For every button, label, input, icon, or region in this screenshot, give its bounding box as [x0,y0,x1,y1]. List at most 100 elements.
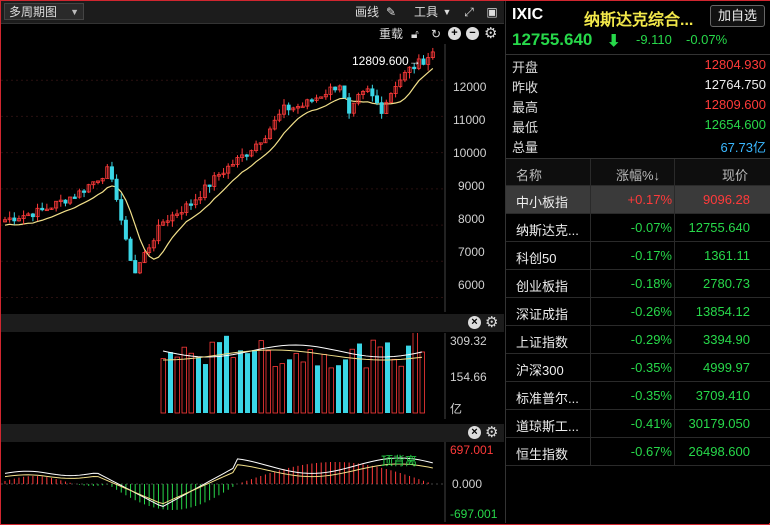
table-header: 名称 涨幅%↓ 现价 [506,159,770,186]
stat-row: 最高 12809.600 [506,95,770,115]
volume-bar [321,353,327,414]
candle-body [244,154,249,157]
main-toolbar: 多周期图 ▼ 画线 ✎ 工具 ▼ ⤢ ▣ [1,1,504,24]
table-row[interactable]: 上证指数 -0.29% 3394.90 [506,326,770,354]
volume-bar [252,350,257,413]
symbol-code: IXIC [512,6,544,23]
draw-line-button[interactable]: 画线 [355,4,379,20]
settings-gear-icon[interactable]: ⚙ [485,314,498,331]
table-row[interactable]: 沪深300 -0.35% 4999.97 [506,354,770,382]
index-name: 恒生指数 [516,447,569,462]
table-row[interactable]: 科创50 -0.17% 1361.11 [506,242,770,270]
volume-bar [272,366,278,414]
y-tick-label: 0.000 [452,477,483,491]
period-dropdown[interactable]: 多周期图 ▼ [4,3,84,20]
volume-bar [307,349,313,414]
index-price: 2780.73 [703,276,750,291]
stat-label: 昨收 [512,80,539,95]
index-price: 12755.640 [688,220,750,235]
macd-chart[interactable] [1,442,504,522]
price-change-pct: -0.07% [686,32,728,47]
volume-bar [363,367,369,414]
dif-line [4,457,433,507]
table-row[interactable]: 创业板指 -0.18% 2780.73 [506,270,770,298]
table-row[interactable]: 中小板指 +0.17% 9096.28 [506,186,770,214]
index-price: 3394.90 [703,332,750,347]
candlestick-chart[interactable] [1,44,504,312]
column-header-change[interactable]: 涨幅%↓ [616,165,660,184]
stat-label: 开盘 [512,60,539,75]
tools-button[interactable]: 工具 [414,4,438,20]
candle-body [347,97,352,114]
add-watchlist-button[interactable]: 加自选 [710,5,765,27]
index-change-pct: -0.26% [630,304,672,319]
refresh-icon[interactable]: ↻ [431,26,441,42]
close-icon[interactable]: × [468,316,481,329]
current-price: 12755.640 [512,30,593,49]
y-tick-label: 10000 [453,146,487,160]
volume-bar [343,359,348,413]
y-tick-label: 154.66 [450,370,487,384]
index-change-pct: -0.35% [630,360,672,375]
index-name: 上证指数 [516,335,569,350]
volume-ma-line [162,349,423,361]
y-tick-label: 6000 [458,278,485,292]
reload-button[interactable]: 重载 [379,26,403,42]
volume-bar [398,365,404,414]
zoom-out-icon[interactable]: − [466,27,479,40]
arrow-down-icon: ⬇ [607,33,621,50]
volume-bar [287,359,292,413]
close-icon[interactable]: × [468,426,481,439]
pencil-icon[interactable]: ✎ [383,4,399,20]
column-header-price[interactable]: 现价 [722,165,748,184]
index-name: 深证成指 [516,307,569,322]
fullscreen-icon[interactable]: ⤢ [461,4,477,20]
stats-list: 开盘 12804.930 昨收 12764.750 最高 12809.600 最低 1… [506,54,770,155]
index-name: 纳斯达克... [516,223,579,238]
stat-label: 最低 [512,120,539,135]
candle-body [333,86,338,91]
column-header-name[interactable]: 名称 [516,165,542,184]
volume-bar [419,351,425,414]
candle-body [119,199,124,221]
stat-value: 67.73亿 [720,140,766,155]
settings-gear-icon[interactable]: ⚙ [484,25,497,42]
y-tick-label: 12000 [453,80,487,94]
volume-bar [258,340,264,414]
zoom-in-icon[interactable]: + [448,27,461,40]
chevron-down-icon[interactable]: ▼ [439,4,455,20]
table-row[interactable]: 标准普尔... -0.35% 3709.410 [506,382,770,410]
volume-bar [224,335,229,413]
stat-row: 开盘 12804.930 [506,55,770,75]
candle-body [421,58,426,65]
settings-gear-icon[interactable]: ⚙ [485,424,498,441]
table-row[interactable]: 道琼斯工... -0.41% 30179.050 [506,410,770,438]
candle-body [63,199,68,204]
volume-bar [265,350,271,414]
index-name: 科创50 [516,251,557,266]
macd-panel-header: × ⚙ [1,424,504,442]
price-change: -9.110 [636,32,672,47]
y-tick-label: -697.001 [450,507,498,521]
unit-label: 亿 [450,402,463,416]
volume-bar [315,365,320,413]
table-row[interactable]: 纳斯达克... -0.07% 12755.640 [506,214,770,242]
volume-bar [385,342,390,413]
volume-panel-header: × ⚙ [1,314,504,332]
stat-label: 最高 [512,100,539,115]
volume-chart[interactable] [1,333,504,419]
table-row[interactable]: 深证成指 -0.26% 13854.12 [506,298,770,326]
quote-panel: IXIC 纳斯达克综合... 加自选 12755.640 ⬇ -9.110 -0… [505,1,770,523]
lock-icon[interactable]: 🔓︎ [411,26,419,42]
volume-bar [174,356,180,414]
index-price: 3709.410 [695,388,750,403]
y-tick-label: 8000 [458,212,485,226]
stat-row: 昨收 12764.750 [506,75,770,95]
stat-value: 12764.750 [704,77,766,92]
table-row[interactable]: 恒生指数 -0.67% 26498.600 [506,438,770,466]
volume-bar [238,350,243,413]
volume-bar [168,352,173,413]
candle-body [82,190,87,193]
window-icon[interactable]: ▣ [484,4,500,20]
volume-bar [188,352,194,414]
